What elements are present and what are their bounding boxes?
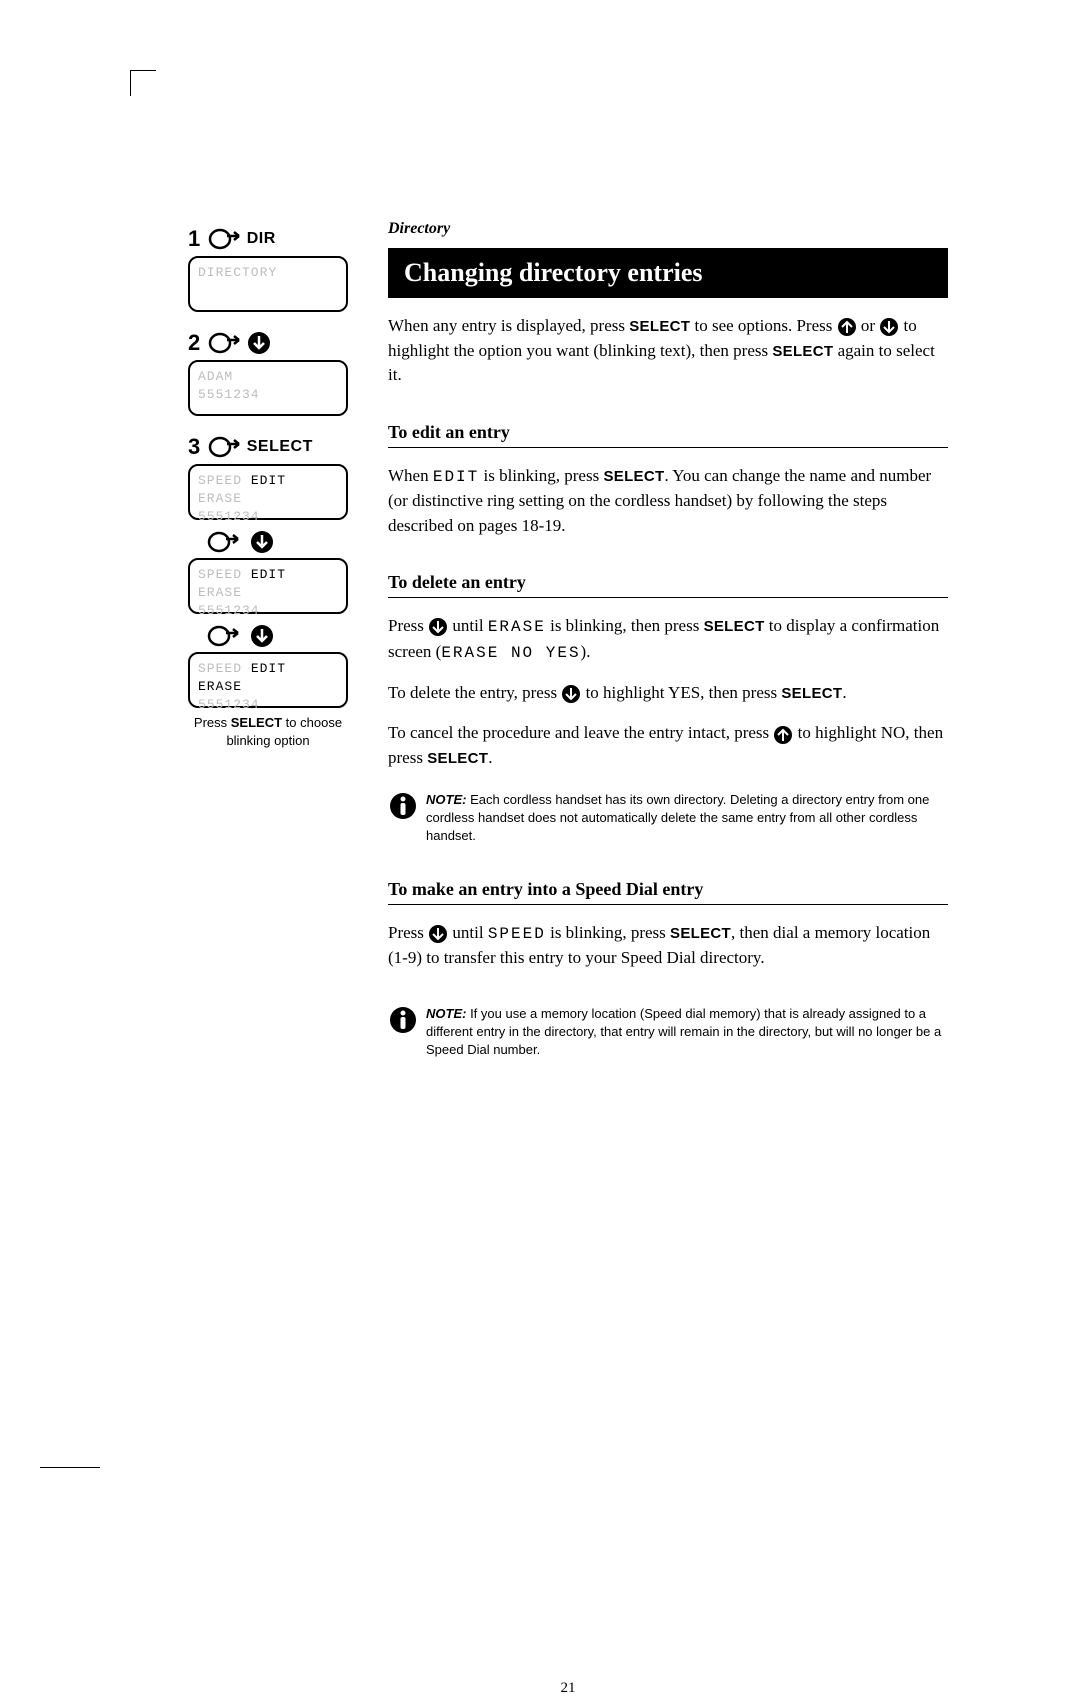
intro-paragraph: When any entry is displayed, press SELEC… — [388, 314, 948, 388]
content-column: Directory Changing directory entries Whe… — [388, 220, 948, 1060]
lcd3b-line2: 5551234 — [198, 602, 338, 620]
step-3-word: SELECT — [247, 438, 313, 456]
step-1-word: DIR — [247, 230, 276, 248]
info-icon — [388, 791, 418, 821]
press-icon — [207, 332, 241, 354]
step-caption: Press SELECT to choose blinking option — [188, 714, 348, 749]
step-2-number: 2 — [188, 330, 201, 356]
press-icon — [207, 228, 241, 250]
steps-column: 1 DIR DIRECTORY 2 ADAM 5551234 3 SELECT … — [188, 220, 363, 749]
lcd2-line2: 5551234 — [198, 386, 338, 404]
step-1-label: 1 DIR — [188, 226, 363, 252]
lcd3b-line1: SPEED EDIT ERASE — [198, 566, 338, 602]
breadcrumb: Directory — [388, 220, 948, 238]
lcd3c-line1: SPEED EDIT ERASE — [198, 660, 338, 696]
page-title: Changing directory entries — [388, 248, 948, 298]
heading-delete: To delete an entry — [388, 572, 948, 598]
icons-3c — [206, 624, 363, 648]
press-icon — [206, 531, 240, 553]
crop-mark-top-left — [130, 70, 156, 96]
lcd3a-line1: SPEED EDIT ERASE — [198, 472, 338, 508]
down-arrow-icon — [879, 317, 899, 337]
heading-speed: To make an entry into a Speed Dial entry — [388, 879, 948, 905]
step-1-number: 1 — [188, 226, 201, 252]
press-icon — [207, 436, 241, 458]
down-arrow-icon — [250, 624, 274, 648]
icons-3b — [206, 530, 363, 554]
delete-p3: To cancel the procedure and leave the en… — [388, 721, 948, 770]
up-arrow-icon — [773, 725, 793, 745]
heading-edit: To edit an entry — [388, 422, 948, 448]
step-3-number: 3 — [188, 434, 201, 460]
lcd2-line1: ADAM — [198, 368, 338, 386]
step-2-label: 2 — [188, 330, 363, 356]
lcd1-line: DIRECTORY — [198, 264, 338, 282]
lcd-screen-1: DIRECTORY — [188, 256, 348, 312]
down-arrow-icon — [428, 924, 448, 944]
down-arrow-icon — [561, 684, 581, 704]
page-number: 21 — [188, 1060, 948, 1697]
edit-paragraph: When EDIT is blinking, press SELECT. You… — [388, 464, 948, 538]
note-1: NOTE: Each cordless handset has its own … — [388, 791, 948, 846]
lcd-screen-3c: SPEED EDIT ERASE 5551234 — [188, 652, 348, 708]
lcd-screen-3b: SPEED EDIT ERASE 5551234 — [188, 558, 348, 614]
lcd-screen-3a: SPEED EDIT ERASE 5551234 — [188, 464, 348, 520]
down-arrow-icon — [250, 530, 274, 554]
crop-mark-bottom-left — [40, 1452, 100, 1468]
delete-p1: Press until ERASE is blinking, then pres… — [388, 614, 948, 664]
lcd3a-line2: 5551234 — [198, 508, 338, 526]
speed-paragraph: Press until SPEED is blinking, press SEL… — [388, 921, 948, 971]
down-arrow-icon — [247, 331, 271, 355]
lcd-screen-2: ADAM 5551234 — [188, 360, 348, 416]
step-3-label: 3 SELECT — [188, 434, 363, 460]
up-arrow-icon — [837, 317, 857, 337]
info-icon — [388, 1005, 418, 1035]
down-arrow-icon — [428, 617, 448, 637]
note-2: NOTE: If you use a memory location (Spee… — [388, 1005, 948, 1060]
delete-p2: To delete the entry, press to highlight … — [388, 681, 948, 706]
lcd3c-line2: 5551234 — [198, 696, 338, 714]
press-icon — [206, 625, 240, 647]
